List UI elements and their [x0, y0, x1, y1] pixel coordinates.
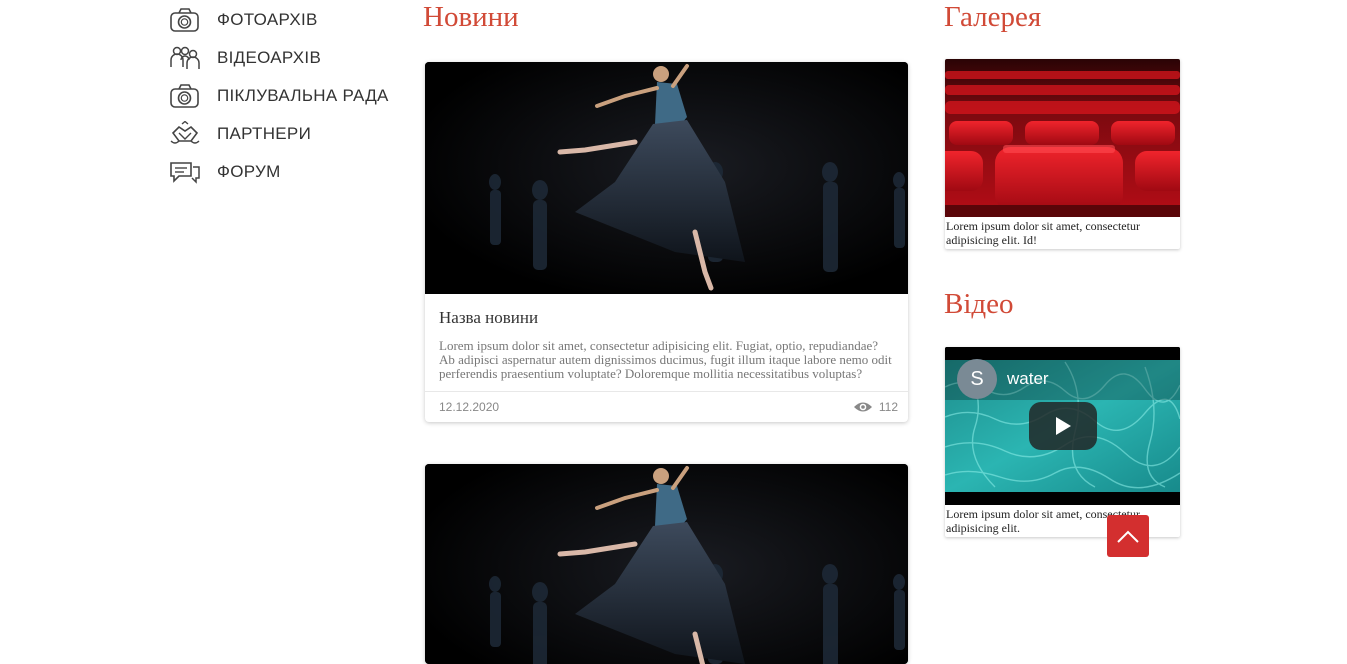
video-card[interactable]: S water Lorem ipsum dolor sit amet, cons…	[945, 347, 1180, 537]
channel-avatar[interactable]: S	[957, 359, 997, 399]
sidebar-item-forum[interactable]: ФОРУМ	[169, 153, 409, 191]
gallery-section-title: Галерея	[944, 1, 1042, 33]
sidebar-item-label: ФОТОАРХІВ	[217, 10, 318, 29]
news-footer: 12.12.2020 112	[425, 391, 908, 422]
news-image	[425, 62, 908, 294]
sidebar-item-label: ВІДЕОАРХІВ	[217, 48, 322, 67]
gallery-image	[945, 59, 1180, 217]
eye-icon	[853, 402, 872, 412]
sidebar-item-label: ПІКЛУВАЛЬНА РАДА	[217, 86, 389, 105]
play-icon	[1056, 417, 1071, 435]
news-card[interactable]	[425, 464, 908, 664]
views-count: 112	[878, 400, 898, 414]
video-player[interactable]: S water	[945, 347, 1180, 505]
scroll-to-top-button[interactable]	[1107, 515, 1149, 557]
video-section-title: Відео	[944, 288, 1014, 320]
news-excerpt: Lorem ipsum dolor sit amet, consectetur …	[439, 338, 892, 381]
views-counter: 112	[853, 400, 898, 414]
sidebar-item-partners[interactable]: ПАРТНЕРИ	[169, 115, 409, 153]
play-button[interactable]	[1029, 402, 1097, 450]
news-title[interactable]: Назва новини	[439, 308, 894, 328]
sidebar-menu: ФОТОАРХІВ ВІДЕОАРХІВ ПІКЛУВАЛЬНА РАДА ПА…	[169, 0, 409, 191]
gallery-caption: Lorem ipsum dolor sit amet, consectetur …	[946, 219, 1140, 247]
sidebar-item-label: ПАРТНЕРИ	[217, 124, 312, 143]
news-card[interactable]: Назва новини Lorem ipsum dolor sit amet,…	[425, 62, 908, 422]
news-section-title: Новини	[423, 1, 519, 33]
video-header: S water	[957, 359, 1049, 399]
sidebar-item-board[interactable]: ПІКЛУВАЛЬНА РАДА	[169, 77, 409, 115]
gallery-card[interactable]: Lorem ipsum dolor sit amet, consectetur …	[945, 59, 1180, 249]
news-date: 12.12.2020	[439, 400, 500, 414]
sidebar-item-label: ФОРУМ	[217, 162, 281, 181]
video-title[interactable]: water	[1007, 369, 1049, 389]
chevron-up-icon	[1117, 530, 1139, 543]
handshake-icon	[169, 121, 201, 147]
camera-icon	[169, 83, 201, 109]
people-icon	[169, 45, 201, 71]
sidebar-item-photo-archive[interactable]: ФОТОАРХІВ	[169, 1, 409, 39]
camera-icon	[169, 7, 201, 33]
sidebar-item-video-archive[interactable]: ВІДЕОАРХІВ	[169, 39, 409, 77]
news-image	[425, 464, 908, 664]
chat-icon	[169, 159, 201, 185]
